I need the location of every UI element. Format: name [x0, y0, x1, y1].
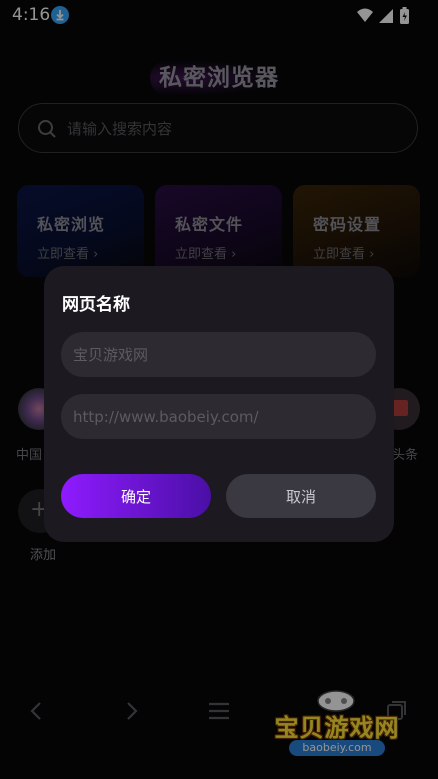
page-name-input[interactable]: [61, 332, 376, 377]
confirm-button[interactable]: 确定: [61, 474, 211, 518]
page-url-input[interactable]: [61, 394, 376, 439]
dialog-title: 网页名称: [62, 295, 130, 315]
webpage-name-dialog: 网页名称 确定 取消: [44, 266, 394, 542]
cancel-button[interactable]: 取消: [226, 474, 376, 518]
